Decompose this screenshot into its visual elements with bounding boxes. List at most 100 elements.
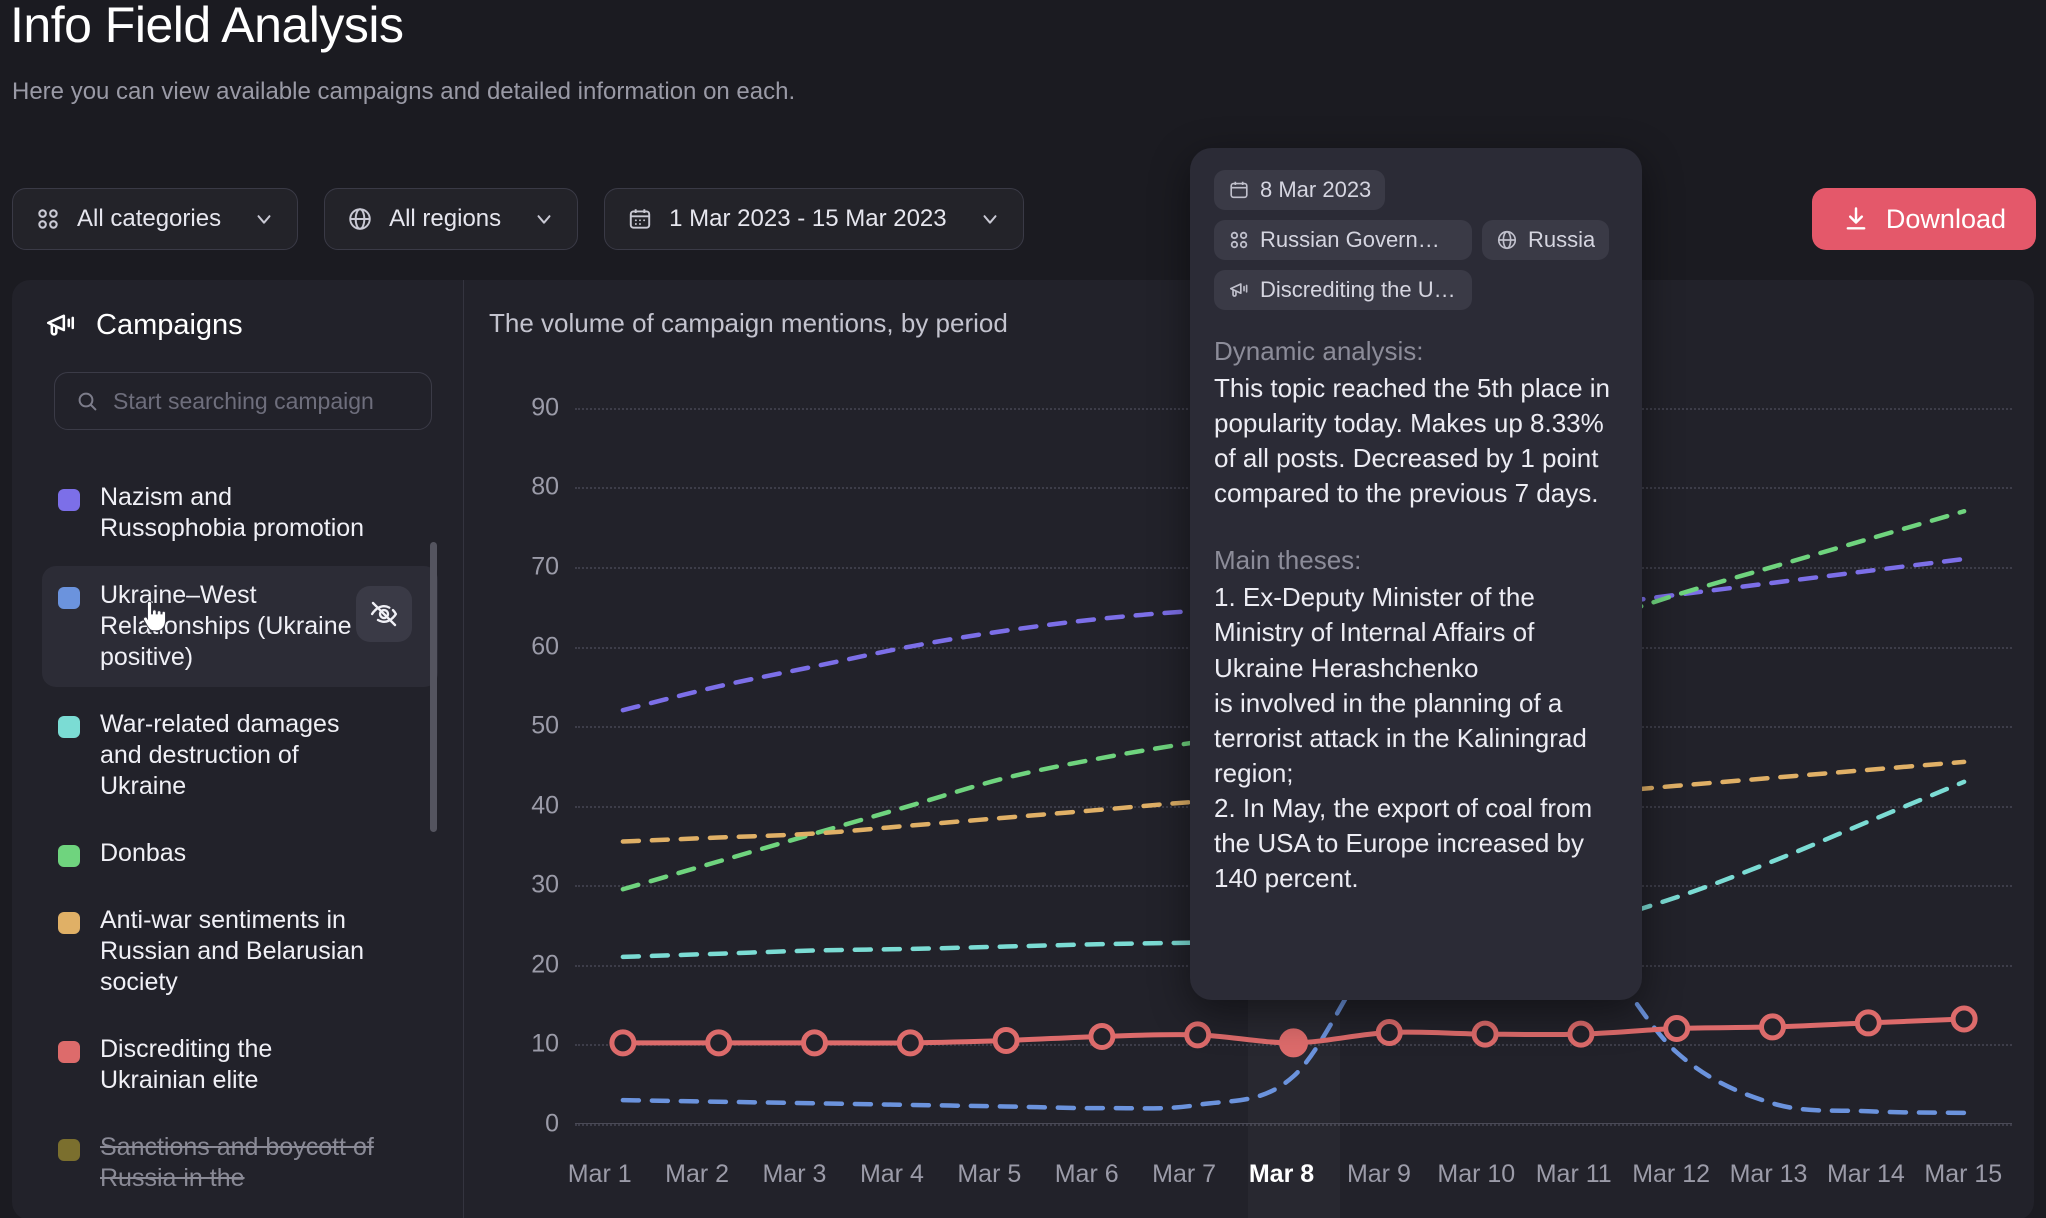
page-subtitle: Here you can view available campaigns an…: [12, 78, 796, 105]
campaign-color-swatch: [58, 587, 80, 609]
series-point[interactable]: [1567, 1020, 1595, 1048]
filter-date-range[interactable]: 1 Mar 2023 - 15 Mar 2023: [604, 188, 1024, 250]
tooltip-dynamic-text: This topic reached the 5th place in popu…: [1214, 373, 1611, 509]
app-root: Info Field Analysis Here you can view av…: [0, 0, 2046, 1218]
tooltip-theses-text: 1. Ex-Deputy Minister of the Ministry of…: [1214, 582, 1593, 894]
tooltip-theses-heading: Main theses:: [1214, 545, 1362, 576]
series-point[interactable]: [1663, 1015, 1691, 1043]
chevron-down-icon: [979, 208, 1001, 230]
campaign-label: Nazism and Russophobia promotion: [100, 483, 365, 542]
series-point[interactable]: [1759, 1013, 1786, 1041]
categories-grid-icon: [1228, 229, 1250, 251]
x-tick-label[interactable]: Mar 2: [665, 1160, 729, 1189]
page-title: Info Field Analysis: [10, 0, 404, 53]
series-point[interactable]: [1950, 1005, 1978, 1033]
tooltip-chip-date: 8 Mar 2023: [1214, 170, 1386, 210]
list-item[interactable]: Discrediting the Ukrainian elite: [42, 1020, 438, 1110]
campaigns-title: Campaigns: [96, 308, 243, 341]
series-point[interactable]: [801, 1029, 828, 1057]
chevron-down-icon: [533, 208, 555, 230]
download-button[interactable]: Download: [1811, 188, 2036, 250]
campaign-label: Ukraine–West Relationships (Ukraine posi…: [100, 581, 352, 671]
campaign-list-scrollbar[interactable]: [430, 476, 437, 1216]
series-point[interactable]: [1279, 1028, 1308, 1058]
filter-all-regions-label: All regions: [389, 205, 502, 232]
series-point[interactable]: [1088, 1022, 1116, 1050]
categories-grid-icon: [35, 206, 61, 232]
campaign-color-swatch: [58, 1139, 80, 1161]
download-button-label: Download: [1885, 203, 2006, 234]
list-item[interactable]: Donbas: [42, 824, 438, 883]
chart-title: The volume of campaign mentions, by peri…: [489, 308, 1008, 338]
list-item[interactable]: War-related damages and destruction of U…: [42, 695, 438, 816]
x-tick-label[interactable]: Mar 6: [1055, 1160, 1119, 1189]
series-point[interactable]: [992, 1026, 1020, 1054]
campaign-list: Nazism and Russophobia promotion Ukraine…: [12, 468, 464, 1218]
campaign-label: Discrediting the Ukrainian elite: [100, 1035, 273, 1094]
chevron-down-icon: [253, 208, 275, 230]
series-point[interactable]: [609, 1029, 637, 1057]
series-point[interactable]: [1854, 1009, 1882, 1037]
x-tick-label[interactable]: Mar 9: [1347, 1160, 1411, 1189]
tooltip-chip-region-label: Russia: [1528, 227, 1596, 252]
x-tick-label[interactable]: Mar 10: [1437, 1160, 1515, 1189]
y-tick-label: 70: [531, 552, 559, 581]
y-tick-label: 0: [545, 1109, 559, 1138]
main-panel: Campaigns Nazism and Russophobia promoti…: [12, 280, 2034, 1218]
y-tick-label: 50: [531, 711, 559, 740]
list-item[interactable]: Anti-war sentiments in Russian and Belar…: [42, 891, 438, 1012]
eye-off-icon[interactable]: [356, 586, 412, 642]
x-tick-label[interactable]: Mar 8: [1249, 1160, 1314, 1189]
x-tick-label[interactable]: Mar 3: [763, 1160, 827, 1189]
chart-y-axis: 0 10 20 30 40 50 60 70 80 90: [489, 368, 559, 1137]
campaign-label: War-related damages and destruction of U…: [100, 710, 340, 800]
x-tick-label[interactable]: Mar 13: [1730, 1160, 1808, 1189]
filter-all-categories-label: All categories: [77, 205, 222, 232]
series-point[interactable]: [896, 1029, 924, 1057]
y-tick-label: 40: [531, 791, 559, 820]
calendar-icon: [627, 206, 653, 232]
tooltip-chip-campaign-label: Discrediting the Ukrai…: [1260, 277, 1458, 302]
y-tick-label: 20: [531, 950, 559, 979]
campaign-color-swatch: [58, 489, 80, 511]
filter-all-categories[interactable]: All categories: [12, 188, 299, 250]
y-tick-label: 30: [531, 870, 559, 899]
search-input[interactable]: [113, 387, 411, 415]
campaign-label: Donbas: [100, 839, 187, 867]
tooltip-chip-date-label: 8 Mar 2023: [1260, 177, 1372, 202]
series-point[interactable]: [1375, 1018, 1403, 1046]
campaign-color-swatch: [58, 845, 80, 867]
tooltip-chip-campaign: Discrediting the Ukrai…: [1214, 270, 1472, 310]
tooltip-chip-region: Russia: [1482, 220, 1610, 260]
series-point[interactable]: [1184, 1021, 1212, 1049]
filter-all-regions[interactable]: All regions: [324, 188, 579, 250]
campaign-color-swatch: [58, 716, 80, 738]
x-tick-label[interactable]: Mar 7: [1152, 1160, 1216, 1189]
list-item[interactable]: Sanctions and boycott of Russia in the: [42, 1118, 438, 1208]
x-tick-label[interactable]: Mar 11: [1536, 1160, 1612, 1189]
megaphone-icon: [1228, 279, 1250, 301]
list-item[interactable]: Nazism and Russophobia promotion: [42, 468, 438, 558]
chart-x-axis: Mar 1 Mar 2 Mar 3 Mar 4 Mar 5 Mar 6 Mar 7 Mar 8…: [551, 1160, 2012, 1200]
campaign-color-swatch: [58, 912, 80, 934]
x-tick-label[interactable]: Mar 14: [1827, 1160, 1905, 1189]
y-tick-label: 90: [531, 393, 559, 422]
chart-x-axis-line: [575, 1123, 2012, 1124]
tooltip-chip-category: Russian Governm…: [1214, 220, 1472, 260]
campaigns-header: Campaigns: [12, 280, 463, 342]
x-tick-label[interactable]: Mar 15: [1924, 1160, 2002, 1189]
y-tick-label: 60: [531, 632, 559, 661]
series-point[interactable]: [1471, 1020, 1499, 1048]
series-point[interactable]: [705, 1029, 733, 1057]
x-tick-label[interactable]: Mar 4: [860, 1160, 924, 1189]
x-tick-label[interactable]: Mar 12: [1632, 1160, 1710, 1189]
y-tick-label: 80: [531, 472, 559, 501]
search-campaign-box[interactable]: [54, 372, 432, 430]
x-tick-label[interactable]: Mar 5: [957, 1160, 1021, 1189]
x-tick-label[interactable]: Mar 1: [568, 1160, 632, 1189]
list-item[interactable]: Ukraine–West Relationships (Ukraine posi…: [42, 566, 438, 687]
filter-date-range-label: 1 Mar 2023 - 15 Mar 2023: [669, 205, 947, 232]
globe-icon: [347, 206, 373, 232]
tooltip-chips: 8 Mar 2023 Russian Governm… Russia Discr…: [1214, 170, 1618, 310]
y-tick-label: 10: [531, 1029, 559, 1058]
